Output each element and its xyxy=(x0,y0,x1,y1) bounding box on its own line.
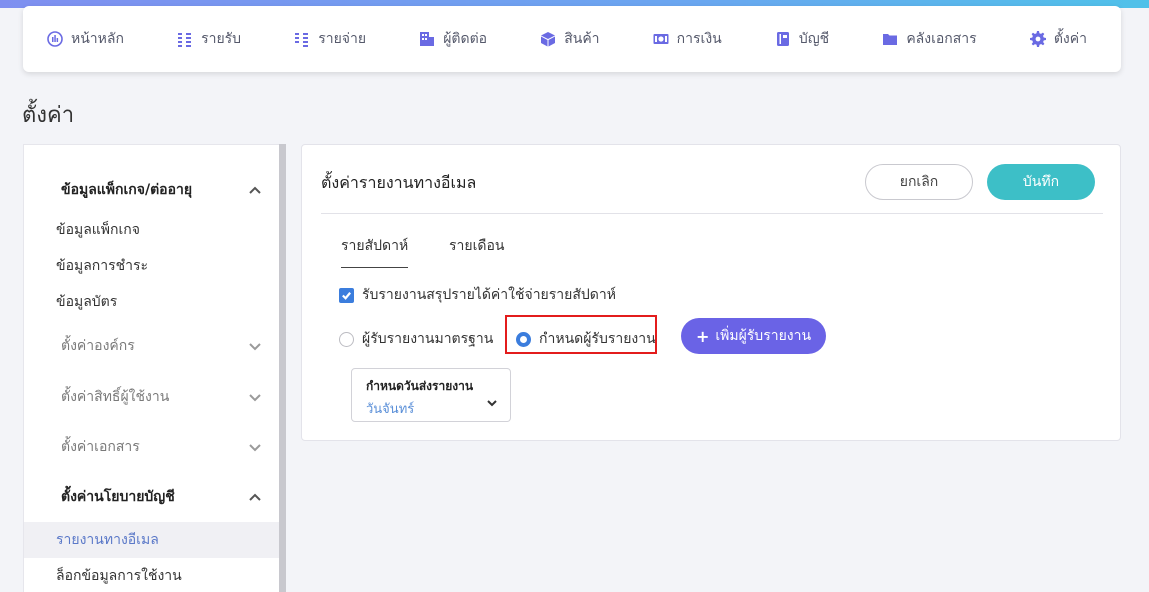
account-book-icon xyxy=(776,32,789,46)
chevron-up-icon xyxy=(249,493,261,501)
sidebar-group-label: ตั้งค่าสิทธิ์ผู้ใช้งาน xyxy=(61,389,170,405)
nav-item-documents[interactable]: คลังเอกสาร xyxy=(882,28,977,50)
plus-icon: + xyxy=(695,326,710,346)
sidebar-group-label: ตั้งค่าองค์กร xyxy=(61,338,135,354)
contacts-building-icon xyxy=(420,32,435,46)
sidebar-item-label: รายงานทางอีเมล xyxy=(56,532,159,548)
nav-label: รายจ่าย xyxy=(318,31,367,47)
add-recipient-button[interactable]: + เพิ่มผู้รับรายงาน xyxy=(681,318,826,354)
nav-item-finance[interactable]: การเงิน xyxy=(653,28,722,50)
nav-label: สินค้า xyxy=(564,31,600,47)
nav-item-products[interactable]: สินค้า xyxy=(540,28,600,50)
cancel-button[interactable]: ยกเลิก xyxy=(865,164,973,200)
nav-item-home[interactable]: หน้าหลัก xyxy=(47,28,124,50)
nav-label: บัญชี xyxy=(798,31,830,47)
header-divider xyxy=(321,213,1103,214)
tab-weekly[interactable]: รายสัปดาห์ xyxy=(341,235,409,268)
chevron-down-icon xyxy=(249,444,261,452)
sidebar-item-label: ล็อกข้อมูลการใช้งาน xyxy=(56,568,182,584)
highlight-annotation-box xyxy=(505,315,657,354)
chart-pie-icon xyxy=(47,31,63,47)
email-report-panel: ตั้งค่ารายงานทางอีเมล ยกเลิก บันทึก รายส… xyxy=(301,144,1121,441)
sidebar-item-email-report[interactable]: รายงานทางอีเมล xyxy=(24,522,280,558)
sidebar-group-permissions[interactable]: ตั้งค่าสิทธิ์ผู้ใช้งาน xyxy=(24,385,280,409)
sidebar-group-label: ตั้งค่านโยบายบัญชี xyxy=(61,489,175,505)
select-label: กำหนดวันส่งรายงาน xyxy=(366,379,474,393)
product-box-icon xyxy=(541,32,556,47)
expense-icon xyxy=(295,33,309,47)
money-icon xyxy=(653,34,669,44)
sidebar-item-label: ข้อมูลบัตร xyxy=(56,294,118,310)
save-button[interactable]: บันทึก xyxy=(987,164,1095,200)
nav-item-expense[interactable]: รายจ่าย xyxy=(294,28,366,50)
nav-item-settings[interactable]: ตั้งค่า xyxy=(1029,28,1087,50)
sidebar-scrollbar[interactable] xyxy=(279,144,286,592)
tab-monthly[interactable]: รายเดือน xyxy=(449,235,504,267)
sidebar-group-label: ข้อมูลแพ็กเกจ/ต่ออายุ xyxy=(61,182,193,198)
select-value: วันจันทร์ xyxy=(366,402,415,417)
sidebar-group-accounting-policy[interactable]: ตั้งค่านโยบายบัญชี xyxy=(24,485,280,509)
nav-item-accounting[interactable]: บัญชี xyxy=(775,28,829,50)
folder-icon xyxy=(883,34,898,45)
gear-icon xyxy=(1029,31,1046,47)
nav-label: การเงิน xyxy=(676,31,722,47)
chevron-down-icon xyxy=(249,394,261,402)
nav-label: ตั้งค่า xyxy=(1053,31,1087,47)
nav-item-income[interactable]: รายรับ xyxy=(177,28,241,50)
top-navigation: หน้าหลัก รายรับ รายจ่าย ผู้ติดต่อ สินค้า… xyxy=(23,6,1121,72)
page-title: ตั้งค่า xyxy=(22,103,75,128)
checkbox-label: รับรายงานสรุปรายได้ค่าใช้จ่ายรายสัปดาห์ xyxy=(362,287,616,303)
income-icon xyxy=(178,33,192,47)
sidebar-item-usage-log[interactable]: ล็อกข้อมูลการใช้งาน xyxy=(24,558,280,592)
chevron-down-icon xyxy=(249,343,261,351)
sidebar-item-card-info[interactable]: ข้อมูลบัตร xyxy=(24,284,280,320)
chevron-down-icon xyxy=(487,400,497,407)
panel-title: ตั้งค่ารายงานทางอีเมล xyxy=(321,173,477,192)
sidebar-group-documents[interactable]: ตั้งค่าเอกสาร xyxy=(24,435,280,459)
sidebar-item-package-info[interactable]: ข้อมูลแพ็กเกจ xyxy=(24,212,280,248)
nav-label: ผู้ติดต่อ xyxy=(443,31,488,47)
nav-label: หน้าหลัก xyxy=(71,31,124,47)
nav-label: คลังเอกสาร xyxy=(906,31,977,47)
sidebar-item-label: ข้อมูลการชำระ xyxy=(56,258,149,274)
sidebar-group-package[interactable]: ข้อมูลแพ็กเกจ/ต่ออายุ xyxy=(24,178,280,202)
sidebar-item-label: ข้อมูลแพ็กเกจ xyxy=(56,222,140,238)
sidebar-group-label: ตั้งค่าเอกสาร xyxy=(61,439,140,455)
nav-label: รายรับ xyxy=(201,31,242,47)
chevron-up-icon xyxy=(249,186,261,194)
weekly-summary-checkbox-row[interactable]: รับรายงานสรุปรายได้ค่าใช้จ่ายรายสัปดาห์ xyxy=(339,284,616,306)
settings-sidebar: ข้อมูลแพ็กเกจ/ต่ออายุ ข้อมูลแพ็กเกจ ข้อม… xyxy=(23,144,280,592)
add-recipient-label: เพิ่มผู้รับรายงาน xyxy=(715,328,812,344)
sidebar-item-payment-info[interactable]: ข้อมูลการชำระ xyxy=(24,248,280,284)
nav-item-contacts[interactable]: ผู้ติดต่อ xyxy=(419,28,487,50)
radio-standard-recipient[interactable]: ผู้รับรายงานมาตรฐาน xyxy=(339,328,493,350)
sidebar-group-organization[interactable]: ตั้งค่าองค์กร xyxy=(24,334,280,358)
radio-label: ผู้รับรายงานมาตรฐาน xyxy=(362,331,494,347)
check-icon xyxy=(342,291,352,300)
weekly-summary-checkbox[interactable] xyxy=(339,287,354,303)
radio-standard[interactable] xyxy=(339,331,354,347)
report-day-select[interactable]: กำหนดวันส่งรายงาน วันจันทร์ xyxy=(351,368,511,422)
